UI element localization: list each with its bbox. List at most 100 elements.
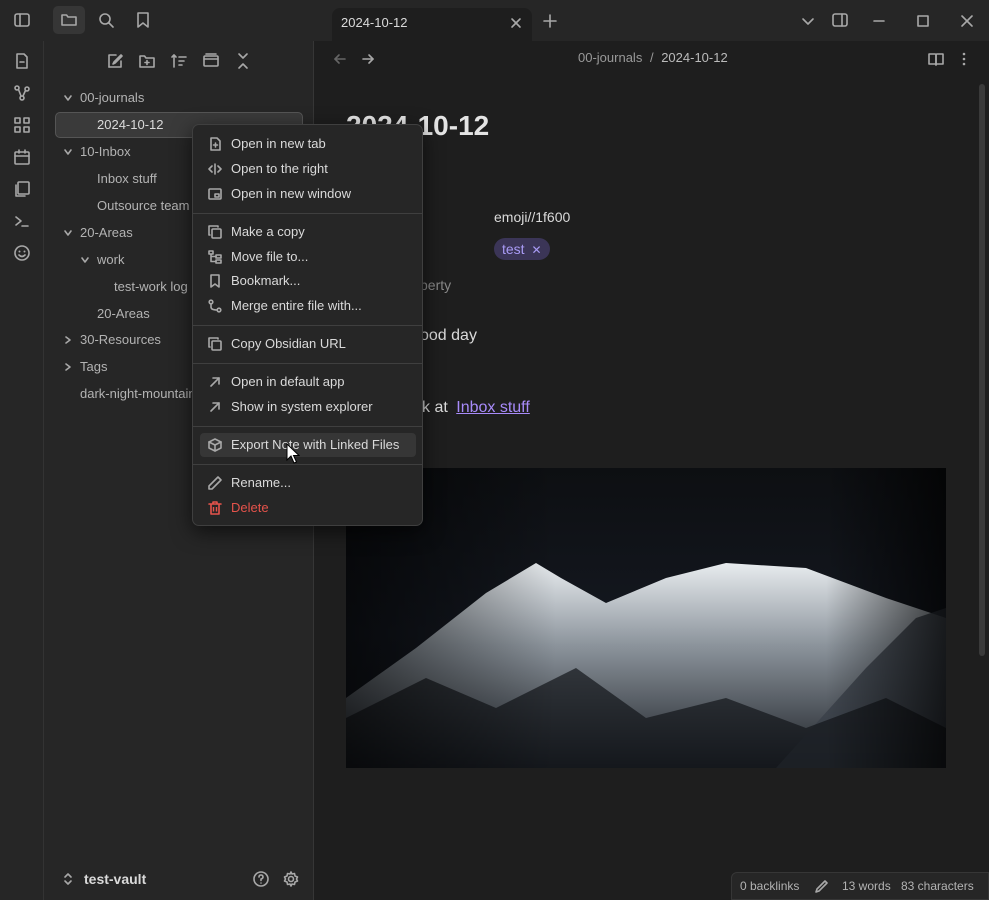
menu-item-merge[interactable]: Merge entire file with... (200, 294, 416, 318)
tree-file-dark-night-mountain[interactable]: dark-night-mountain (80, 386, 196, 401)
chevron-right-icon[interactable] (63, 335, 73, 345)
backlinks-count[interactable]: 0 backlinks (740, 879, 799, 893)
tab-active-note[interactable]: 2024-10-12 (332, 8, 532, 41)
chevron-right-icon[interactable] (63, 362, 73, 372)
vault-name[interactable]: test-vault (84, 871, 146, 887)
body-text: k at (422, 399, 448, 416)
close-icon[interactable] (509, 16, 523, 30)
arrow-up-right-icon (210, 377, 220, 387)
menu-item-move-file[interactable]: Move file to... (200, 245, 416, 269)
menu-item-open-default-app[interactable]: Open in default app (200, 370, 416, 394)
chevron-down-icon[interactable] (63, 147, 73, 157)
toggle-left-sidebar-button[interactable] (6, 6, 38, 34)
forward-arrow-icon[interactable] (360, 51, 376, 67)
trash-icon (208, 501, 222, 515)
tag-remove-icon[interactable]: ✕ (531, 243, 541, 257)
tree-file-inbox-stuff[interactable]: Inbox stuff (97, 171, 157, 186)
vault-switcher-chevrons-icon[interactable] (62, 871, 74, 887)
chevron-down-icon[interactable] (63, 93, 73, 103)
menu-item-label: Move file to... (231, 249, 309, 264)
sort-icon[interactable] (170, 52, 188, 70)
tree-folder-tags[interactable]: Tags (80, 359, 107, 374)
folder-icon (61, 14, 77, 26)
new-tab-icon[interactable] (542, 13, 558, 29)
menu-separator (193, 325, 422, 326)
internal-link-inbox-stuff[interactable]: Inbox stuff (456, 399, 530, 416)
body-line-good-day: ood day (420, 327, 477, 344)
window-close-icon[interactable] (959, 13, 975, 29)
tag-pill[interactable]: test ✕ (494, 238, 550, 260)
body-line-link: k at Inbox stuff (422, 399, 530, 417)
menu-item-make-copy[interactable]: Make a copy (200, 220, 416, 244)
chevron-down-icon[interactable] (63, 228, 73, 238)
menu-separator (193, 363, 422, 364)
open-quick-switcher-icon[interactable] (13, 52, 31, 70)
menu-item-show-explorer[interactable]: Show in system explorer (200, 395, 416, 419)
breadcrumb-separator: / (649, 50, 654, 65)
plugin-smile-icon[interactable] (13, 244, 31, 262)
mountain-illustration (346, 468, 946, 768)
package-icon (208, 438, 222, 452)
file-explorer-button[interactable] (53, 6, 85, 34)
new-folder-icon[interactable] (138, 52, 156, 70)
search-button[interactable] (90, 6, 122, 34)
menu-separator (193, 464, 422, 465)
canvas-icon[interactable] (13, 116, 31, 134)
chevron-down-icon[interactable] (80, 255, 90, 265)
menu-item-delete[interactable]: Delete (200, 496, 416, 520)
menu-item-rename[interactable]: Rename... (200, 471, 416, 495)
tree-folder-10-inbox[interactable]: 10-Inbox (80, 144, 131, 159)
tree-folder-30-resources[interactable]: 30-Resources (80, 332, 161, 347)
property-emoji-value[interactable]: emoji//1f600 (494, 209, 570, 225)
maximize-icon[interactable] (915, 13, 931, 29)
collapse-all-icon[interactable] (234, 52, 252, 70)
bookmarks-button[interactable] (127, 6, 159, 34)
editor-scrollbar[interactable] (979, 84, 985, 656)
tree-file-test-work-log[interactable]: test-work log (114, 279, 188, 294)
calendar-icon[interactable] (13, 148, 31, 166)
menu-item-label: Show in system explorer (231, 399, 373, 414)
terminal-icon[interactable] (13, 212, 31, 230)
sidebar-right-icon[interactable] (831, 11, 849, 29)
bookmark-icon (137, 12, 149, 28)
link-icon (208, 337, 222, 351)
menu-item-bookmark[interactable]: Bookmark... (200, 269, 416, 293)
mouse-cursor-icon (286, 443, 300, 464)
breadcrumb-folder[interactable]: 00-journals (578, 50, 642, 65)
reading-view-book-icon[interactable] (927, 50, 945, 68)
bookmark-icon (210, 274, 220, 288)
tag-label: test (502, 241, 525, 257)
pencil-icon (208, 476, 222, 490)
settings-gear-icon[interactable] (282, 870, 300, 888)
tab-list-chevron-down-icon[interactable] (800, 13, 816, 29)
templates-icon[interactable] (13, 180, 31, 198)
help-icon[interactable] (252, 870, 270, 888)
auto-reveal-icon[interactable] (202, 52, 220, 70)
menu-item-export-note[interactable]: Export Note with Linked Files (200, 433, 416, 457)
menu-item-open-new-window[interactable]: Open in new window (200, 182, 416, 206)
tree-folder-00-journals[interactable]: 00-journals (80, 90, 144, 105)
status-bar: 0 backlinks 13 words 83 characters (731, 872, 989, 900)
menu-item-open-right[interactable]: Open to the right (200, 157, 416, 181)
menu-separator (193, 426, 422, 427)
menu-item-label: Open in new tab (231, 136, 326, 151)
minimize-icon[interactable] (871, 13, 887, 29)
edit-mode-pencil-icon[interactable] (814, 879, 829, 894)
menu-separator (193, 213, 422, 214)
back-arrow-icon[interactable] (332, 51, 348, 67)
menu-item-label: Copy Obsidian URL (231, 336, 346, 351)
breadcrumb-file[interactable]: 2024-10-12 (661, 50, 728, 65)
menu-item-label: Export Note with Linked Files (231, 437, 400, 452)
graph-view-icon[interactable] (13, 84, 31, 102)
more-options-icon[interactable] (956, 50, 972, 68)
tree-file-outsource-team[interactable]: Outsource team (97, 198, 190, 213)
menu-item-open-new-tab[interactable]: Open in new tab (200, 132, 416, 156)
tree-folder-20-areas[interactable]: 20-Areas (80, 225, 133, 240)
tree-folder-work[interactable]: work (97, 252, 124, 267)
new-note-icon[interactable] (106, 52, 124, 70)
tree-file-2024-10-12[interactable]: 2024-10-12 (97, 117, 164, 132)
arrow-up-right-icon (210, 402, 220, 412)
tree-file-20-areas[interactable]: 20-Areas (97, 306, 150, 321)
add-property-button[interactable]: perty (420, 277, 451, 293)
menu-item-copy-obsidian-url[interactable]: Copy Obsidian URL (200, 332, 416, 356)
